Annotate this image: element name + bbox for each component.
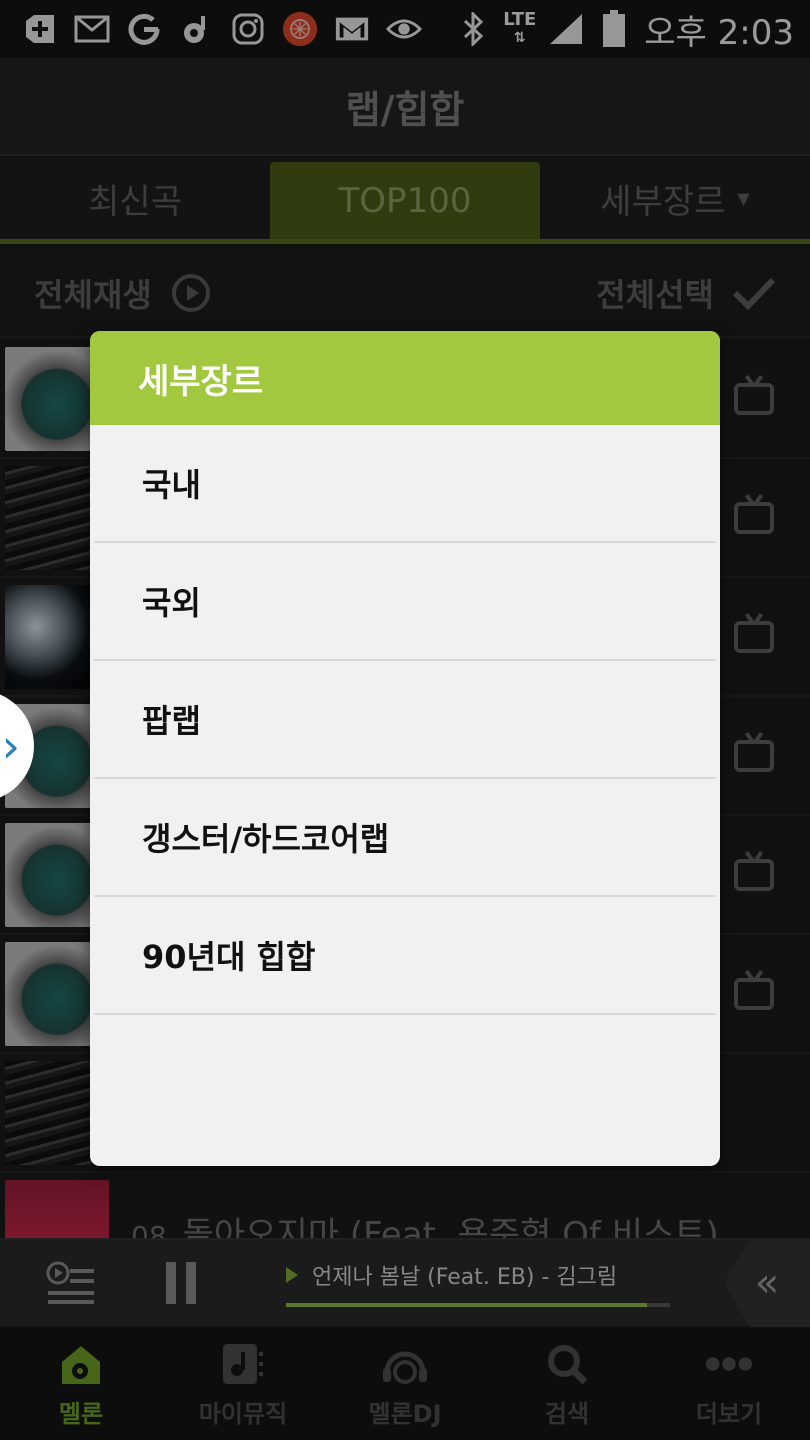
option-90s-hiphop[interactable]: 90년대 힙합 bbox=[94, 897, 716, 1015]
option-foreign[interactable]: 국외 bbox=[94, 543, 716, 661]
option-domestic[interactable]: 국내 bbox=[94, 425, 716, 543]
chevron-right-icon: › bbox=[1, 719, 20, 773]
option-pop-rap[interactable]: 팝랩 bbox=[94, 661, 716, 779]
subgenre-dialog: 세부장르 국내 국외 팝랩 갱스터/하드코어랩 90년대 힙합 bbox=[90, 331, 720, 1166]
dialog-header: 세부장르 bbox=[90, 331, 720, 425]
option-gangsta-hardcore[interactable]: 갱스터/하드코어랩 bbox=[94, 779, 716, 897]
dialog-title: 세부장르 bbox=[138, 361, 264, 402]
